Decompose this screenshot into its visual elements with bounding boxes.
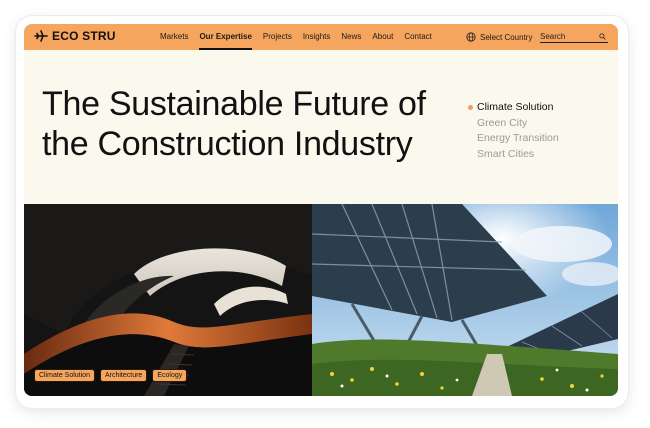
search-box xyxy=(540,30,608,43)
tag-ecology[interactable]: Ecology xyxy=(152,369,188,382)
brand-name: ECO STRU xyxy=(52,29,116,43)
topic-green-city[interactable]: Green City xyxy=(468,116,559,132)
nav-item-projects[interactable]: Projects xyxy=(263,24,292,50)
active-dot-icon xyxy=(468,105,473,110)
tag-climate-solution[interactable]: Climate Solution xyxy=(34,369,95,382)
hero-title-line-2: the Construction Industry xyxy=(42,125,413,163)
architecture-interior-image[interactable] xyxy=(24,204,312,396)
hero-title: The Sustainable Future of the Constructi… xyxy=(42,84,442,164)
tag-list: Climate Solution Architecture Ecology xyxy=(34,369,188,382)
country-selector[interactable]: Select Country xyxy=(466,24,532,50)
nav-item-about[interactable]: About xyxy=(372,24,393,50)
country-selector-label: Select Country xyxy=(480,32,533,42)
website-screen: ECO STRU Markets Our Expertise Projects … xyxy=(24,24,618,396)
tag-architecture[interactable]: Architecture xyxy=(99,369,148,382)
topic-list: Climate Solution Green City Energy Trans… xyxy=(468,100,559,162)
nav-item-markets[interactable]: Markets xyxy=(160,24,188,50)
globe-icon xyxy=(466,32,476,42)
search-icon[interactable] xyxy=(599,32,606,40)
topic-label: Energy Transition xyxy=(477,132,559,144)
topic-climate-solution[interactable]: Climate Solution xyxy=(468,100,559,116)
nav-item-our-expertise[interactable]: Our Expertise xyxy=(199,24,253,50)
solar-illustration xyxy=(312,204,618,396)
nav-item-contact[interactable]: Contact xyxy=(404,24,432,50)
main-menu: Markets Our Expertise Projects Insights … xyxy=(160,24,443,50)
nav-item-insights[interactable]: Insights xyxy=(303,24,331,50)
solar-panels-image[interactable] xyxy=(312,204,618,396)
hero-title-line-1: The Sustainable Future of xyxy=(42,85,426,123)
topic-label: Climate Solution xyxy=(477,101,554,113)
search-input[interactable] xyxy=(540,31,596,41)
nav-item-news[interactable]: News xyxy=(341,24,361,50)
top-navigation-bar: ECO STRU Markets Our Expertise Projects … xyxy=(24,24,618,50)
topic-energy-transition[interactable]: Energy Transition xyxy=(468,131,559,147)
topic-smart-cities[interactable]: Smart Cities xyxy=(468,147,559,163)
topic-label: Smart Cities xyxy=(477,147,535,160)
topic-label: Green City xyxy=(477,116,528,129)
architecture-illustration xyxy=(24,204,312,396)
plane-icon xyxy=(34,30,48,42)
brand-logo[interactable]: ECO STRU xyxy=(34,29,116,43)
